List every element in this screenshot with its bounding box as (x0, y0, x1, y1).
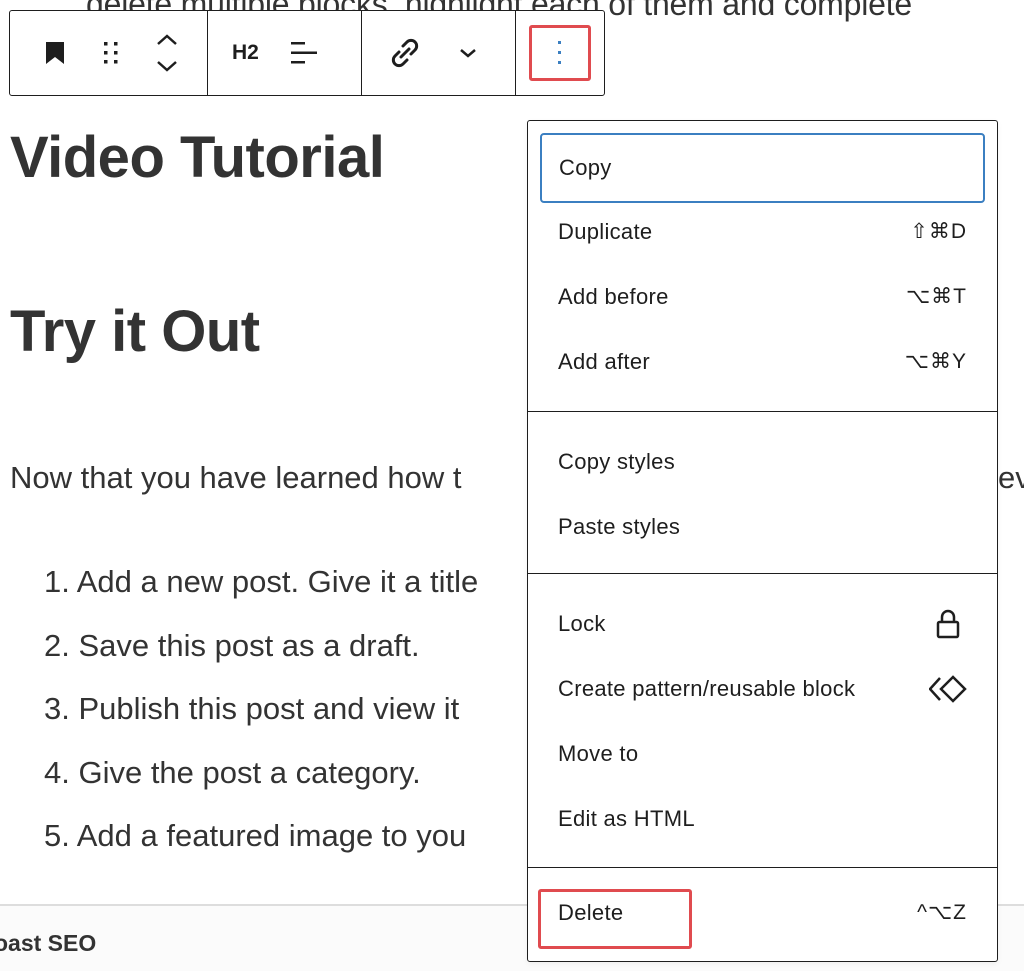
menu-item-add-after[interactable]: Add after ⌥⌘Y (528, 329, 997, 394)
align-icon (290, 42, 317, 64)
menu-item-label: Move to (558, 740, 639, 766)
symbol-icon (929, 674, 967, 703)
heading-level-button[interactable]: H2 (232, 41, 259, 65)
shortcut-label: ⇧⌘D (910, 220, 967, 243)
paragraph[interactable]: Now that you have learned how t (10, 460, 462, 496)
list-item[interactable]: 4. Give the post a category. (44, 751, 478, 815)
list-item[interactable]: 2. Save this post as a draft. (44, 624, 478, 688)
heading-video-tutorial[interactable]: Video Tutorial (10, 124, 385, 191)
ordered-list: 1. Add a new post. Give it a title 2. Sa… (44, 560, 478, 878)
menu-item-edit-as-html[interactable]: Edit as HTML (528, 786, 997, 851)
menu-group-styles: Copy styles Paste styles (528, 412, 997, 574)
drag-handle-icon (104, 42, 118, 64)
menu-item-label: Copy (559, 155, 612, 180)
list-item[interactable]: 1. Add a new post. Give it a title (44, 560, 478, 624)
block-type-button[interactable] (40, 40, 70, 66)
toolbar-group-format (362, 11, 516, 95)
menu-group-edit: Copy Duplicate ⇧⌘D Add before ⌥⌘T Add af… (528, 121, 997, 412)
menu-item-paste-styles[interactable]: Paste styles (528, 494, 997, 559)
menu-item-label: Duplicate (558, 218, 653, 244)
menu-item-lock[interactable]: Lock (528, 591, 997, 656)
menu-item-label: Add after (558, 348, 650, 374)
link-button[interactable] (388, 36, 422, 70)
shortcut-label: ^⌥Z (917, 901, 967, 924)
list-item[interactable]: 5. Add a featured image to you (44, 814, 478, 878)
menu-item-label: Create pattern/reusable block (558, 675, 856, 701)
toolbar-group-heading: H2 (208, 11, 362, 95)
menu-item-label: Delete (558, 899, 624, 925)
menu-item-add-before[interactable]: Add before ⌥⌘T (528, 264, 997, 329)
menu-item-label: Copy styles (558, 448, 676, 474)
menu-item-label: Lock (558, 610, 606, 636)
more-rich-text-button[interactable] (458, 47, 478, 59)
align-button[interactable] (289, 39, 317, 67)
menu-item-copy-styles[interactable]: Copy styles (528, 429, 997, 494)
paragraph-right-fragment: ev (998, 460, 1024, 495)
chevron-down-icon (157, 61, 177, 72)
toolbar-group-block (10, 11, 208, 95)
menu-item-duplicate[interactable]: Duplicate ⇧⌘D (528, 199, 997, 264)
menu-item-delete[interactable]: Delete ^⌥Z (528, 880, 997, 945)
menu-item-label: Add before (558, 283, 669, 309)
list-item[interactable]: 3. Publish this post and view it (44, 687, 478, 751)
block-options-menu: Copy Duplicate ⇧⌘D Add before ⌥⌘T Add af… (527, 120, 998, 962)
options-button[interactable] (529, 25, 591, 81)
menu-item-label: Edit as HTML (558, 805, 695, 831)
yoast-seo-panel-toggle[interactable]: oast SEO (0, 930, 96, 957)
chevron-up-icon (157, 34, 177, 45)
shortcut-label: ⌥⌘Y (904, 350, 967, 373)
toolbar-group-options (516, 11, 604, 95)
drag-handle-button[interactable] (98, 40, 124, 66)
lock-icon (936, 609, 960, 638)
move-up-button[interactable] (156, 34, 178, 46)
menu-item-label: Paste styles (558, 513, 681, 539)
link-icon (391, 38, 419, 68)
heading-try-it-out[interactable]: Try it Out (10, 298, 260, 365)
menu-group-tools: Lock Create pattern/reusable block Move … (528, 574, 997, 868)
block-toolbar: H2 (9, 10, 605, 96)
menu-group-delete: Delete ^⌥Z (528, 868, 997, 962)
chevron-down-icon (460, 49, 476, 58)
mover-controls (156, 34, 178, 72)
menu-item-move-to[interactable]: Move to (528, 721, 997, 786)
menu-item-copy[interactable]: Copy (540, 133, 985, 203)
more-vertical-icon (558, 41, 561, 64)
move-down-button[interactable] (156, 60, 178, 72)
menu-item-create-pattern[interactable]: Create pattern/reusable block (528, 656, 997, 721)
bookmark-icon (46, 42, 64, 64)
shortcut-label: ⌥⌘T (905, 285, 967, 308)
